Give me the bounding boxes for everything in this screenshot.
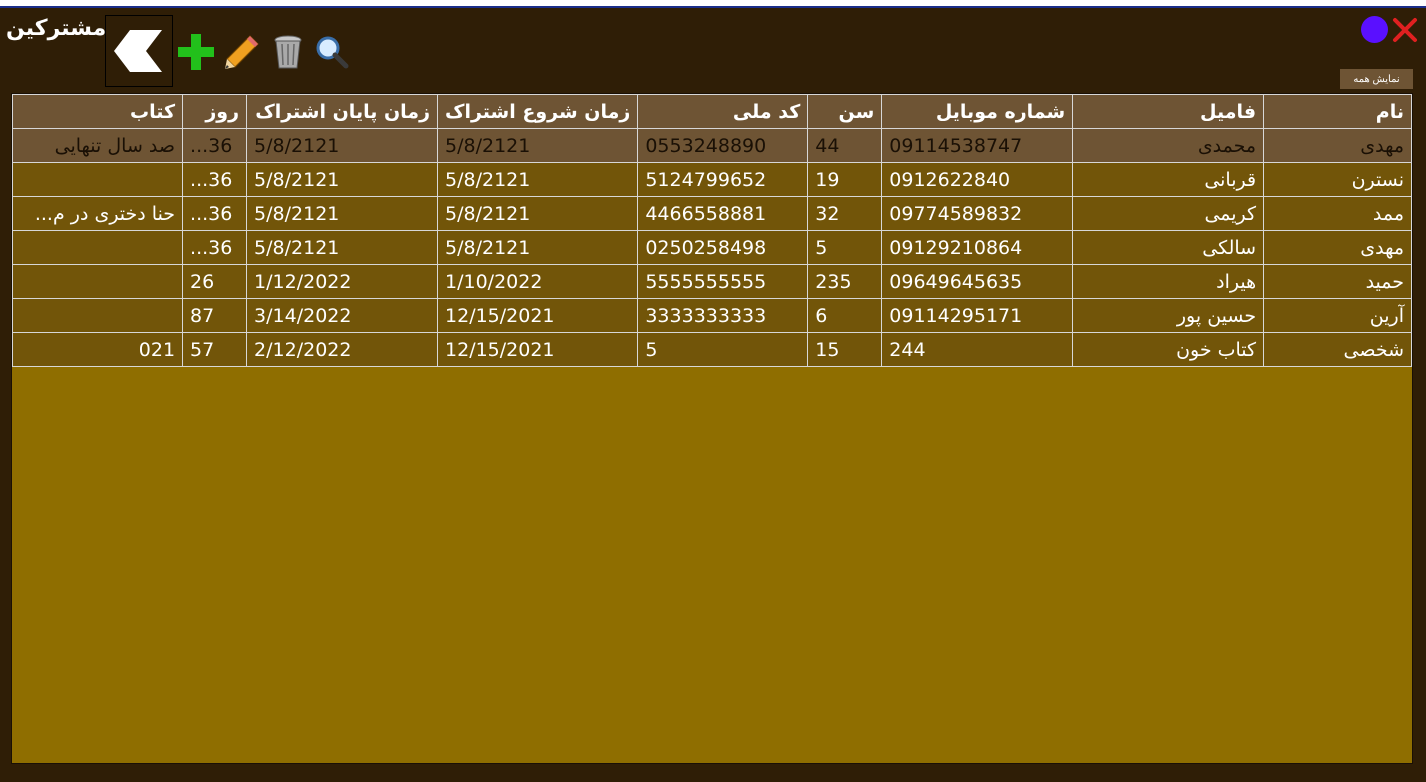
close-icon: [1393, 18, 1417, 42]
cell-book[interactable]: حنا دختری در م...: [11, 196, 184, 231]
cell-national-code[interactable]: 5: [637, 332, 809, 367]
cell-family[interactable]: سالکی: [1072, 230, 1265, 265]
cell-family[interactable]: کریمی: [1072, 196, 1265, 231]
column-header-family[interactable]: فامیل: [1072, 94, 1265, 129]
cell-subscription-end[interactable]: 2/12/2022: [246, 332, 439, 367]
table-header-row: نام فامیل شماره موبایل سن کد ملی زمان شر…: [11, 94, 1412, 129]
status-dot: [1361, 16, 1388, 43]
cell-family[interactable]: هیراد: [1072, 264, 1265, 299]
back-arrow-icon: [114, 30, 162, 72]
cell-subscription-end[interactable]: 5/8/2121: [246, 128, 439, 163]
edit-pencil-icon: [225, 35, 259, 69]
cell-age[interactable]: 5: [807, 230, 883, 265]
column-header-age[interactable]: سن: [807, 94, 883, 129]
cell-subscription-start[interactable]: 5/8/2121: [437, 162, 639, 197]
cell-national-code[interactable]: 0250258498: [637, 230, 809, 265]
cell-mobile[interactable]: 09114295171: [881, 298, 1074, 333]
cell-book[interactable]: [11, 264, 184, 299]
cell-age[interactable]: 15: [807, 332, 883, 367]
cell-mobile[interactable]: 09114538747: [881, 128, 1074, 163]
search-button[interactable]: [312, 32, 352, 72]
cell-subscription-start[interactable]: 5/8/2121: [437, 196, 639, 231]
cell-age[interactable]: 44: [807, 128, 883, 163]
cell-family[interactable]: محمدی: [1072, 128, 1265, 163]
cell-days[interactable]: 36...: [182, 162, 248, 197]
cell-national-code[interactable]: 3333333333: [637, 298, 809, 333]
column-header-national-code[interactable]: کد ملی: [637, 94, 809, 129]
table-row[interactable]: شخصی کتاب خون 244 15 5 12/15/2021 2/12/2…: [11, 332, 1412, 367]
column-header-subscription-end[interactable]: زمان پایان اشتراک: [246, 94, 439, 129]
cell-days[interactable]: 26: [182, 264, 248, 299]
cell-national-code[interactable]: 0553248890: [637, 128, 809, 163]
add-button[interactable]: [176, 32, 216, 72]
column-header-days[interactable]: روز: [182, 94, 248, 129]
add-icon: [178, 34, 214, 70]
cell-subscription-start[interactable]: 1/10/2022: [437, 264, 639, 299]
cell-book[interactable]: [11, 298, 184, 333]
delete-button[interactable]: [268, 32, 308, 72]
column-header-book[interactable]: کتاب: [11, 94, 184, 129]
edit-button[interactable]: [222, 32, 262, 72]
column-header-name[interactable]: نام: [1263, 94, 1412, 129]
back-button[interactable]: [105, 15, 173, 87]
cell-name[interactable]: آرین: [1263, 298, 1412, 333]
cell-mobile[interactable]: 09774589832: [881, 196, 1074, 231]
cell-days[interactable]: 36...: [182, 196, 248, 231]
cell-subscription-start[interactable]: 5/8/2121: [437, 230, 639, 265]
cell-age[interactable]: 6: [807, 298, 883, 333]
subscribers-window: مشترکین نمایش همه نام فامیل شماره موبایل…: [0, 8, 1426, 782]
cell-subscription-start[interactable]: 12/15/2021: [437, 332, 639, 367]
table-row[interactable]: مهدی محمدی 09114538747 44 0553248890 5/8…: [11, 128, 1412, 163]
cell-name[interactable]: شخصی: [1263, 332, 1412, 367]
cell-days[interactable]: 36...: [182, 128, 248, 163]
cell-national-code[interactable]: 5124799652: [637, 162, 809, 197]
cell-subscription-end[interactable]: 5/8/2121: [246, 162, 439, 197]
cell-subscription-end[interactable]: 1/12/2022: [246, 264, 439, 299]
search-icon: [316, 36, 349, 69]
cell-subscription-end[interactable]: 5/8/2121: [246, 196, 439, 231]
table-row[interactable]: مهدی سالکی 09129210864 5 0250258498 5/8/…: [11, 230, 1412, 265]
cell-family[interactable]: قربانی: [1072, 162, 1265, 197]
cell-book[interactable]: صد سال تنهایی: [11, 128, 184, 163]
cell-name[interactable]: ممد: [1263, 196, 1412, 231]
cell-mobile[interactable]: 09649645635: [881, 264, 1074, 299]
table-row[interactable]: آرین حسین پور 09114295171 6 3333333333 1…: [11, 298, 1412, 333]
table-row[interactable]: نسترن قربانی 0912622840 19 5124799652 5/…: [11, 162, 1412, 197]
cell-mobile[interactable]: 0912622840: [881, 162, 1074, 197]
cell-subscription-start[interactable]: 5/8/2121: [437, 128, 639, 163]
cell-days[interactable]: 57: [182, 332, 248, 367]
table-row[interactable]: ممد کریمی 09774589832 32 4466558881 5/8/…: [11, 196, 1412, 231]
cell-mobile[interactable]: 09129210864: [881, 230, 1074, 265]
show-all-button[interactable]: نمایش همه: [1340, 69, 1413, 89]
column-header-mobile[interactable]: شماره موبایل: [881, 94, 1074, 129]
trash-icon: [274, 35, 302, 69]
cell-name[interactable]: نسترن: [1263, 162, 1412, 197]
cell-days[interactable]: 36...: [182, 230, 248, 265]
close-button[interactable]: [1391, 16, 1419, 44]
cell-name[interactable]: مهدی: [1263, 230, 1412, 265]
cell-age[interactable]: 235: [807, 264, 883, 299]
cell-name[interactable]: حمید: [1263, 264, 1412, 299]
window-title: مشترکین: [6, 16, 107, 41]
column-header-subscription-start[interactable]: زمان شروع اشتراک: [437, 94, 639, 129]
subscribers-table: نام فامیل شماره موبایل سن کد ملی زمان شر…: [11, 94, 1412, 367]
cell-subscription-start[interactable]: 12/15/2021: [437, 298, 639, 333]
cell-age[interactable]: 32: [807, 196, 883, 231]
cell-subscription-end[interactable]: 5/8/2121: [246, 230, 439, 265]
table-row[interactable]: حمید هیراد 09649645635 235 5555555555 1/…: [11, 264, 1412, 299]
cell-book[interactable]: 021: [11, 332, 184, 367]
subscribers-grid[interactable]: نام فامیل شماره موبایل سن کد ملی زمان شر…: [11, 93, 1413, 764]
cell-name[interactable]: مهدی: [1263, 128, 1412, 163]
cell-subscription-end[interactable]: 3/14/2022: [246, 298, 439, 333]
cell-family[interactable]: حسین پور: [1072, 298, 1265, 333]
cell-book[interactable]: [11, 230, 184, 265]
cell-mobile[interactable]: 244: [881, 332, 1074, 367]
cell-national-code[interactable]: 5555555555: [637, 264, 809, 299]
cell-book[interactable]: [11, 162, 184, 197]
cell-days[interactable]: 87: [182, 298, 248, 333]
cell-national-code[interactable]: 4466558881: [637, 196, 809, 231]
cell-age[interactable]: 19: [807, 162, 883, 197]
cell-family[interactable]: کتاب خون: [1072, 332, 1265, 367]
